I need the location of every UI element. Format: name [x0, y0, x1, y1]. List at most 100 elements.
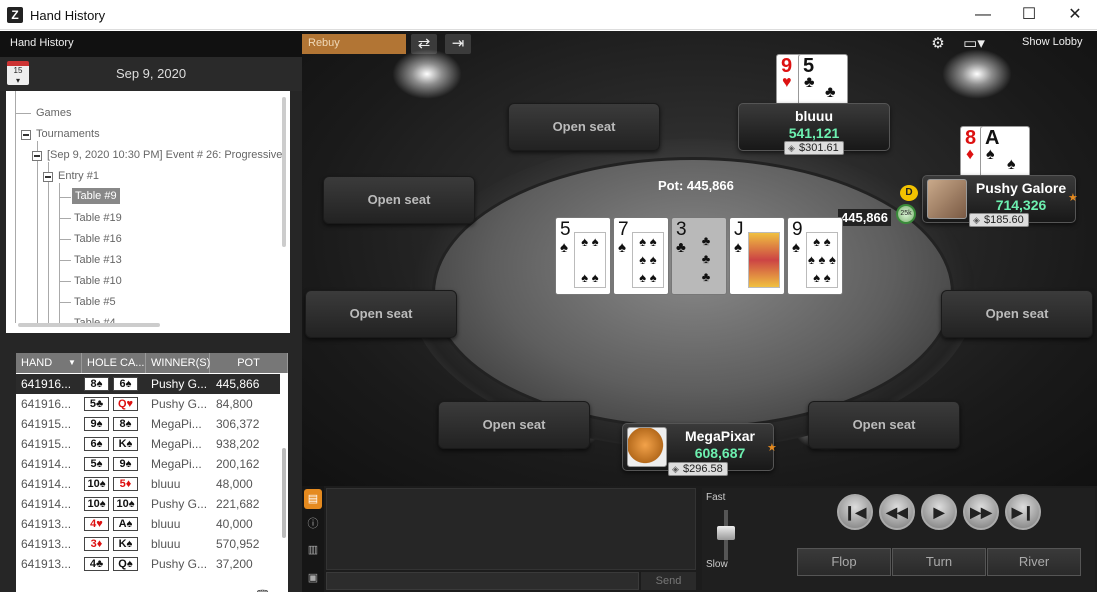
- notes-icon[interactable]: ▣: [304, 568, 322, 588]
- tree-node-entry[interactable]: Entry #1: [58, 170, 99, 182]
- chat-input[interactable]: [326, 572, 639, 590]
- maximize-button[interactable]: ☐: [1006, 0, 1052, 30]
- hole-card: 4♣: [84, 557, 109, 571]
- tree-node-table[interactable]: Table #13: [74, 254, 122, 266]
- spade-icon: ♠ ♠ ♠ ♠: [574, 232, 606, 288]
- board-card: J ♠: [729, 217, 785, 295]
- open-seat[interactable]: Open seat: [438, 401, 590, 449]
- hand-id: 641913...: [21, 537, 72, 551]
- collapse-icon[interactable]: [21, 130, 31, 140]
- spade-icon: ♠ ♠ ♠ ♠ ♠ ♠ ♠: [806, 232, 838, 288]
- board-card: 9 ♠ ♠ ♠ ♠ ♠ ♠ ♠ ♠: [787, 217, 843, 295]
- tree-node-table-9[interactable]: Table #9: [72, 188, 120, 204]
- collapse-icon[interactable]: [43, 172, 53, 182]
- hands-scrollbar[interactable]: [282, 448, 286, 538]
- hole-card: A♠: [113, 517, 138, 531]
- player-stack: 608,687: [694, 445, 746, 461]
- hole-card: 8♠: [113, 417, 138, 431]
- rebuy-button[interactable]: Rebuy: [302, 34, 406, 54]
- avatar: [927, 179, 967, 219]
- hole-card: 4♥: [84, 517, 109, 531]
- open-seat[interactable]: Open seat: [323, 176, 475, 224]
- fast-forward-icon[interactable]: ▶▶: [963, 494, 999, 530]
- hand-id: 641916...: [21, 377, 72, 391]
- pot-amount: 200,162: [216, 457, 260, 471]
- open-seat[interactable]: Open seat: [508, 103, 660, 151]
- collapse-icon[interactable]: [32, 151, 42, 161]
- hand-id: 641913...: [21, 557, 72, 571]
- tree-node-event[interactable]: [Sep 9, 2020 10:30 PM] Event # 26: Progr…: [47, 149, 282, 161]
- skip-back-icon[interactable]: ❙◀: [837, 494, 873, 530]
- pot-amount: 84,800: [216, 397, 253, 411]
- table-row[interactable]: 641913... 4♥ A♠ bluuu 40,000: [16, 514, 280, 534]
- date-bar: 15 ▾ Sep 9, 2020: [0, 57, 302, 91]
- spade-icon: ♠ ♠ ♠ ♠ ♠ ♠: [632, 232, 664, 288]
- window-title: Hand History: [30, 8, 106, 23]
- player-name: Pushy Galore: [975, 180, 1067, 196]
- hole-card: 6♠: [84, 437, 109, 451]
- hole-card: A ♠ ♠: [980, 126, 1030, 178]
- hole-card: 10♠: [84, 477, 109, 491]
- tournament-tree: Games Tournaments [Sep 9, 2020 10:30 PM]…: [6, 91, 290, 333]
- stats-icon[interactable]: ▥: [304, 540, 322, 560]
- column-header-hand[interactable]: HAND ▼: [16, 353, 82, 373]
- player-name: bluuu: [794, 108, 834, 124]
- flop-button[interactable]: Flop: [797, 548, 891, 576]
- winner-name: bluuu: [151, 537, 181, 551]
- column-header-winners[interactable]: WINNER(S): [146, 353, 210, 373]
- table-row[interactable]: 641913... 3♦ K♠ bluuu 570,952: [16, 534, 280, 554]
- table-row[interactable]: 641915... 6♠ K♠ MegaPi... 938,202: [16, 434, 280, 454]
- tree-node-table[interactable]: Table #10: [74, 275, 122, 287]
- speed-slow-label: Slow: [706, 559, 728, 570]
- player-stack: 714,326: [995, 197, 1047, 213]
- show-lobby-button[interactable]: Show Lobby: [1022, 36, 1083, 48]
- table-row[interactable]: 641914... 10♠ 10♠ Pushy G... 221,682: [16, 494, 280, 514]
- table-row[interactable]: 641913... 4♣ Q♠ Pushy G... 37,200: [16, 554, 280, 574]
- spotlight: [942, 49, 1012, 99]
- winner-name: Pushy G...: [151, 397, 208, 411]
- close-button[interactable]: ✕: [1052, 0, 1097, 30]
- hole-card: 5♦: [113, 477, 138, 491]
- column-header-hole-cards[interactable]: HOLE CA...: [82, 353, 146, 373]
- tree-node-tournaments[interactable]: Tournaments: [36, 128, 100, 140]
- table-row[interactable]: 641914... 5♠ 9♠ MegaPi... 200,162: [16, 454, 280, 474]
- skip-forward-icon[interactable]: ▶❙: [1005, 494, 1041, 530]
- info-icon[interactable]: ⓘ: [304, 514, 322, 534]
- winner-name: Pushy G...: [151, 497, 208, 511]
- tree-node-table[interactable]: Table #19: [74, 212, 122, 224]
- board-card-dimmed: 3 ♣ ♣ ♣ ♣: [671, 217, 727, 295]
- winner-name: MegaPi...: [151, 457, 202, 471]
- column-header-pot[interactable]: POT: [210, 353, 288, 373]
- pot-label: Pot: 445,866: [658, 178, 734, 193]
- turn-button[interactable]: Turn: [892, 548, 986, 576]
- open-seat[interactable]: Open seat: [305, 290, 457, 338]
- tree-node-table[interactable]: Table #5: [74, 296, 116, 308]
- pot-amount: 570,952: [216, 537, 260, 551]
- send-button[interactable]: Send: [641, 572, 696, 590]
- table-row[interactable]: 641915... 9♠ 8♠ MegaPi... 306,372: [16, 414, 280, 434]
- table-row[interactable]: 641914... 10♠ 5♦ bluuu 48,000: [16, 474, 280, 494]
- table-row[interactable]: 641916... 8♠ 6♠ Pushy G... 445,866: [16, 374, 280, 394]
- poker-table-area: Rebuy ⇄ ⇥ ⚙ ▭▾ Show Lobby Open seat Open…: [302, 31, 1097, 486]
- spade-icon: ♠: [1007, 156, 1016, 173]
- minimize-button[interactable]: —: [960, 0, 1006, 30]
- panel-header: Hand History: [0, 31, 302, 57]
- table-row[interactable]: 641916... 5♣ Q♥ Pushy G... 84,800: [16, 394, 280, 414]
- pot-amount: 306,372: [216, 417, 260, 431]
- bottom-panel: ▤ ⓘ ▥ ▣ Send Fast Slow ❙◀ ◀◀ ▶ ▶▶ ▶❙ Flo…: [302, 486, 1097, 592]
- club-icon: ♣ ♣ ♣: [701, 233, 711, 284]
- tree-node-games[interactable]: Games: [36, 107, 71, 119]
- open-seat[interactable]: Open seat: [941, 290, 1093, 338]
- rewind-icon[interactable]: ◀◀: [879, 494, 915, 530]
- hands-table: HAND ▼ HOLE CA... WINNER(S) POT 641916...…: [16, 353, 288, 592]
- selected-date: Sep 9, 2020: [115, 66, 187, 81]
- speed-slider-thumb[interactable]: [717, 526, 735, 540]
- chat-icon[interactable]: ▤: [304, 489, 322, 509]
- open-seat[interactable]: Open seat: [808, 401, 960, 449]
- tree-horizontal-scrollbar[interactable]: [18, 323, 160, 327]
- tree-node-table[interactable]: Table #16: [74, 233, 122, 245]
- play-icon[interactable]: ▶: [921, 494, 957, 530]
- hole-card: 5 ♣ ♣: [798, 54, 848, 106]
- river-button[interactable]: River: [987, 548, 1081, 576]
- tree-vertical-scrollbar[interactable]: [282, 97, 286, 247]
